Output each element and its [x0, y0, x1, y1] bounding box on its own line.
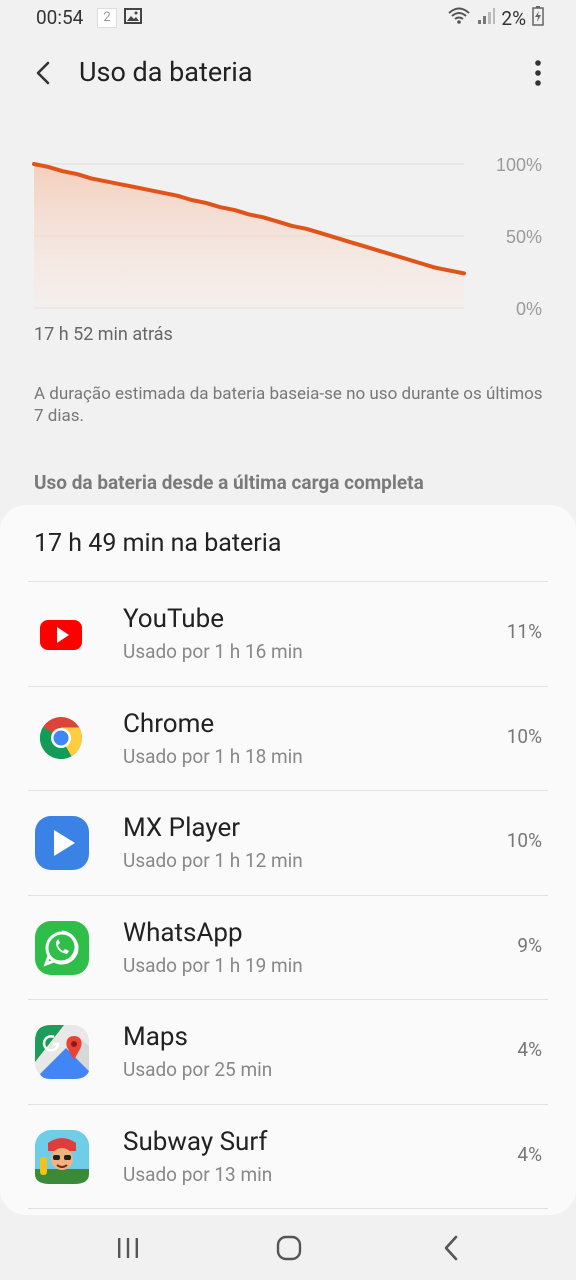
app-usage-time: Usado por 1 h 16 min: [123, 640, 303, 663]
battery-percent: 2%: [501, 6, 526, 30]
app-usage-time: Usado por 1 h 18 min: [123, 745, 303, 768]
chart-y-tick-label: 0%: [516, 299, 542, 319]
chart-y-tick-label: 100%: [496, 155, 542, 175]
app-name: WhatsApp: [123, 918, 243, 948]
app-name: Chrome: [123, 709, 215, 739]
app-row-maps[interactable]: Maps Usado por 25 min 4%: [0, 1000, 576, 1104]
app-usage-time: Usado por 13 min: [123, 1163, 273, 1186]
battery-chart-svg: 100% 50% 0%: [32, 155, 542, 319]
status-bar: 00:54 2 2%: [0, 0, 576, 36]
app-name: MX Player: [123, 813, 241, 843]
nav-back-icon[interactable]: [442, 1235, 460, 1265]
chart-y-tick-label: 50%: [506, 227, 542, 247]
battery-chart: 100% 50% 0%: [0, 140, 576, 340]
app-row-whatsapp[interactable]: WhatsApp Usado por 1 h 19 min 9%: [0, 896, 576, 1000]
gallery-icon: [124, 8, 142, 28]
subway-surf-icon: [34, 1129, 90, 1185]
whatsapp-icon: [34, 920, 90, 976]
app-percent: 4%: [517, 1143, 542, 1166]
app-usage-time: Usado por 25 min: [123, 1058, 273, 1081]
app-percent: 9%: [517, 934, 542, 957]
chart-time-caption: 17 h 52 min atrás: [34, 324, 173, 345]
status-time: 00:54: [36, 6, 84, 29]
home-icon[interactable]: [276, 1235, 302, 1265]
signal-icon: [477, 7, 496, 29]
app-percent: 10%: [506, 725, 542, 748]
back-arrow-icon[interactable]: [30, 58, 60, 88]
page-title: Uso da bateria: [79, 56, 253, 88]
status-right: 2%: [447, 6, 544, 30]
app-percent: 11%: [506, 620, 542, 643]
mx-player-icon: [34, 815, 90, 871]
battery-charging-icon: [532, 6, 544, 30]
app-usage-time: Usado por 1 h 19 min: [123, 954, 303, 977]
app-name: Subway Surf: [123, 1127, 268, 1157]
navigation-bar: [0, 1215, 576, 1280]
notification-badge: 2: [97, 8, 117, 28]
section-header: Uso da bateria desde a última carga comp…: [34, 471, 424, 494]
more-options-icon[interactable]: [528, 58, 548, 88]
wifi-icon: [447, 6, 471, 30]
recent-apps-icon[interactable]: [116, 1237, 140, 1263]
app-percent: 4%: [517, 1038, 542, 1061]
app-row-subway-surf[interactable]: Subway Surf Usado por 13 min 4%: [0, 1105, 576, 1209]
battery-duration-title: 17 h 49 min na bateria: [34, 529, 282, 558]
app-usage-card: 17 h 49 min na bateria YouTube Usado por…: [0, 505, 576, 1215]
app-bar: Uso da bateria: [0, 44, 576, 104]
app-percent: 10%: [506, 829, 542, 852]
app-row-mx-player[interactable]: MX Player Usado por 1 h 12 min 10%: [0, 791, 576, 895]
app-usage-time: Usado por 1 h 12 min: [123, 849, 303, 872]
app-row-youtube[interactable]: YouTube Usado por 1 h 16 min 11%: [0, 582, 576, 686]
app-row-chrome[interactable]: Chrome Usado por 1 h 18 min 10%: [0, 687, 576, 791]
app-name: YouTube: [123, 604, 224, 634]
maps-icon: [34, 1024, 90, 1080]
divider: [28, 1208, 548, 1209]
estimate-note: A duração estimada da bateria baseia-se …: [34, 384, 543, 426]
youtube-icon: [34, 606, 90, 662]
app-name: Maps: [123, 1022, 188, 1052]
chrome-icon: [34, 711, 90, 767]
